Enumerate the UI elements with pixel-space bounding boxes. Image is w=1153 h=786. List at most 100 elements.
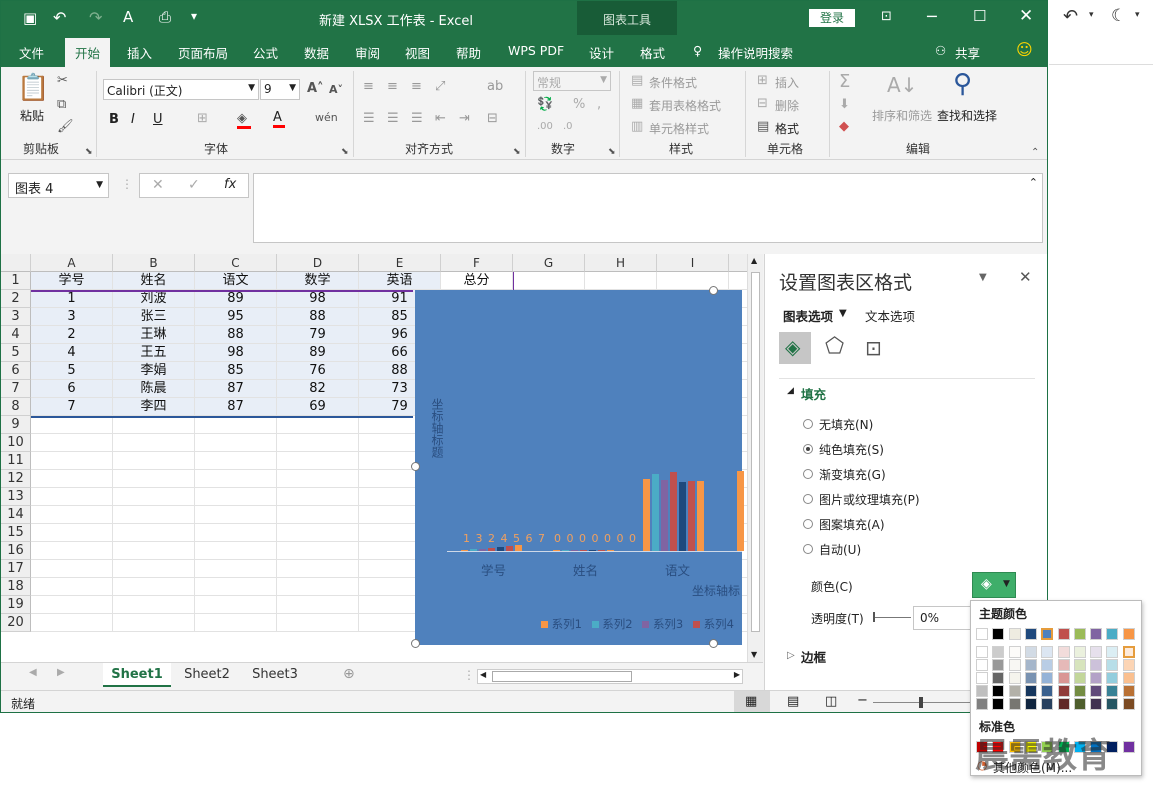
table-format-button[interactable]: 套用表格格式 xyxy=(649,97,721,114)
table-cell[interactable] xyxy=(195,488,277,506)
page-layout-icon[interactable]: ▤ xyxy=(787,694,799,709)
color-swatch[interactable] xyxy=(1122,659,1135,671)
chevron-down-icon[interactable]: ▾ xyxy=(1089,10,1094,20)
row-header[interactable]: 1 xyxy=(1,272,31,290)
collapse-icon[interactable]: ▷ xyxy=(787,650,795,661)
table-cell[interactable] xyxy=(113,614,195,632)
chart-bar[interactable] xyxy=(737,471,744,551)
table-cell[interactable] xyxy=(195,416,277,434)
row-header[interactable]: 9 xyxy=(1,416,31,434)
color-swatch[interactable] xyxy=(1090,646,1103,658)
table-cell[interactable]: 学号 xyxy=(31,272,113,290)
sheet-tab-sheet2[interactable]: Sheet2 xyxy=(173,663,241,687)
align-center-icon[interactable]: ☰ xyxy=(387,111,399,126)
minimize-icon[interactable]: ─ xyxy=(927,7,937,26)
share-button[interactable]: 共享 xyxy=(955,43,980,62)
tab-page-layout[interactable]: 页面布局 xyxy=(178,43,228,62)
color-swatch[interactable] xyxy=(1008,672,1021,684)
fill-option-label[interactable]: 自动(U) xyxy=(819,541,861,558)
font-name-select[interactable]: Calibri (正文) ▼ xyxy=(103,79,259,100)
pane-close-icon[interactable]: ✕ xyxy=(1019,268,1032,286)
chart-bar[interactable] xyxy=(688,481,695,551)
zoom-thumb[interactable] xyxy=(919,697,923,708)
insert-function-icon[interactable]: fx xyxy=(224,177,236,192)
scroll-thumb[interactable] xyxy=(492,671,632,682)
currency-icon[interactable]: 💱 xyxy=(537,97,553,112)
sort-filter-button[interactable]: 排序和筛选 xyxy=(872,107,932,124)
underline-icon[interactable]: U xyxy=(153,112,163,127)
table-cell[interactable] xyxy=(657,272,729,290)
table-cell[interactable]: 87 xyxy=(195,380,277,398)
increase-indent-icon[interactable]: ⇥ xyxy=(459,111,470,126)
fill-option-label[interactable]: 纯色填充(S) xyxy=(819,441,884,458)
table-cell[interactable]: 89 xyxy=(195,290,277,308)
color-swatch[interactable] xyxy=(1090,628,1103,640)
resize-handle[interactable] xyxy=(411,639,420,648)
row-header[interactable]: 16 xyxy=(1,542,31,560)
color-swatch[interactable] xyxy=(992,685,1005,697)
color-swatch[interactable] xyxy=(1041,698,1054,710)
table-cell[interactable] xyxy=(277,452,359,470)
scroll-left-icon[interactable]: ◀ xyxy=(480,670,486,679)
table-cell[interactable]: 82 xyxy=(277,380,359,398)
moon-icon[interactable]: ☾ xyxy=(1111,6,1126,26)
color-swatch[interactable] xyxy=(1024,698,1037,710)
format-cell-button[interactable]: 格式 xyxy=(775,120,799,137)
color-swatch[interactable] xyxy=(1057,646,1070,658)
color-swatch[interactable] xyxy=(1106,646,1119,658)
table-cell[interactable] xyxy=(277,578,359,596)
table-cell[interactable] xyxy=(277,560,359,578)
chart-bar[interactable] xyxy=(697,481,704,551)
y-axis-title[interactable]: 坐标轴标题 xyxy=(429,398,446,458)
border-icon[interactable]: ⊞ xyxy=(197,111,208,126)
color-swatch[interactable] xyxy=(1008,698,1021,710)
align-right-icon[interactable]: ☰ xyxy=(411,111,423,126)
color-swatch[interactable] xyxy=(992,672,1005,684)
chart-bar[interactable] xyxy=(553,550,560,551)
table-cell[interactable] xyxy=(195,614,277,632)
expand-icon[interactable]: ◢ xyxy=(787,386,794,396)
select-all-corner[interactable] xyxy=(1,254,31,272)
color-swatch[interactable] xyxy=(1073,672,1086,684)
color-swatch[interactable] xyxy=(1057,685,1070,697)
color-swatch[interactable] xyxy=(1106,628,1119,640)
color-swatch[interactable] xyxy=(1008,659,1021,671)
table-cell[interactable] xyxy=(113,416,195,434)
table-cell[interactable] xyxy=(113,488,195,506)
align-launcher-icon[interactable]: ⬊ xyxy=(513,147,521,157)
color-swatch[interactable] xyxy=(1073,698,1086,710)
tab-home[interactable]: 开始 xyxy=(65,38,111,70)
color-swatch[interactable] xyxy=(1024,659,1037,671)
color-swatch[interactable] xyxy=(1106,659,1119,671)
format-painter-icon[interactable]: A xyxy=(123,8,133,26)
color-swatch[interactable] xyxy=(1073,685,1086,697)
chevron-down-icon[interactable]: ▾ xyxy=(1135,10,1140,20)
table-cell[interactable]: 76 xyxy=(277,362,359,380)
table-cell[interactable]: 李娟 xyxy=(113,362,195,380)
chart-bar[interactable] xyxy=(643,479,650,551)
table-cell[interactable]: 2 xyxy=(31,326,113,344)
ribbon-display-icon[interactable]: ⊡ xyxy=(881,9,892,24)
tab-data[interactable]: 数据 xyxy=(304,43,329,62)
cell-style-button[interactable]: 单元格样式 xyxy=(649,120,709,137)
fill-option-radio[interactable] xyxy=(803,544,813,554)
fill-option-label[interactable]: 图片或纹理填充(P) xyxy=(819,491,920,508)
table-cell[interactable]: 语文 xyxy=(195,272,277,290)
table-cell[interactable] xyxy=(277,506,359,524)
table-cell[interactable] xyxy=(31,524,113,542)
table-cell[interactable] xyxy=(113,524,195,542)
horizontal-scrollbar[interactable]: ◀ ▶ xyxy=(477,669,743,684)
table-cell[interactable] xyxy=(31,506,113,524)
row-header[interactable]: 20 xyxy=(1,614,31,632)
maximize-icon[interactable]: ☐ xyxy=(973,7,986,25)
tab-help[interactable]: 帮助 xyxy=(456,43,481,62)
align-bottom-icon[interactable]: ≡ xyxy=(411,79,422,94)
table-cell[interactable]: 89 xyxy=(277,344,359,362)
delete-cell-button[interactable]: 删除 xyxy=(775,97,799,114)
font-size-select[interactable]: 9 ▼ xyxy=(260,79,300,100)
paste-button[interactable]: 粘贴 xyxy=(20,107,44,124)
table-cell[interactable] xyxy=(31,434,113,452)
chart-bar[interactable] xyxy=(479,549,486,551)
comma-icon[interactable]: , xyxy=(597,97,601,112)
color-swatch[interactable] xyxy=(976,685,988,697)
